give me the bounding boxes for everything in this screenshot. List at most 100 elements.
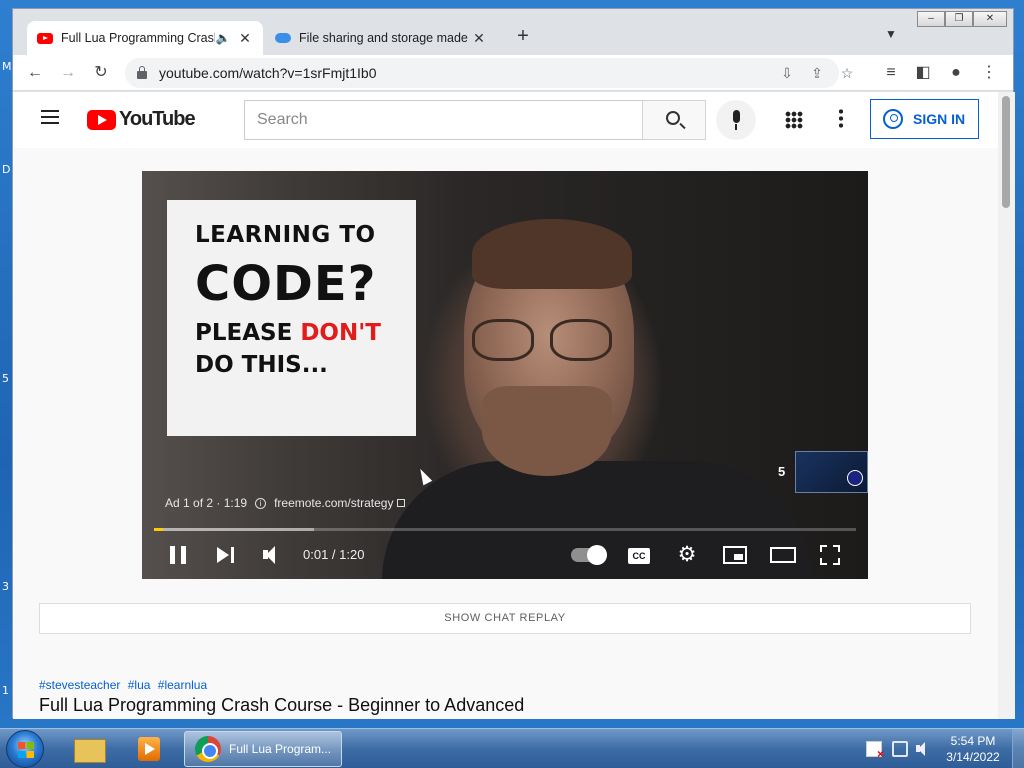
address-bar[interactable]: youtube.com/watch?v=1srFmjt1Ib0 ⇩ ⇪ ☆ xyxy=(125,58,853,88)
ad-card-line2: CODE? xyxy=(195,256,377,312)
browser-toolbar: ← → ↻ youtube.com/watch?v=1srFmjt1Ib0 ⇩ … xyxy=(13,55,1013,91)
ad-card-line3b: DON'T xyxy=(300,320,381,346)
tab-search-chevron-icon[interactable]: ▼ xyxy=(885,27,897,41)
search-button[interactable] xyxy=(642,100,706,140)
side-panel-icon[interactable]: ◧ xyxy=(911,61,935,85)
youtube-play-icon xyxy=(87,109,116,130)
played-bar xyxy=(154,528,163,531)
tab-file-sharing[interactable]: File sharing and storage made si ✕ xyxy=(265,21,497,55)
reload-icon[interactable]: ↻ xyxy=(89,61,113,85)
browser-window: Full Lua Programming Crash 🔈 ✕ File shar… xyxy=(12,8,1015,719)
chrome-taskbar-button[interactable]: Full Lua Program... xyxy=(184,731,342,767)
tab-title: File sharing and storage made si xyxy=(299,31,471,45)
volume-tray-icon[interactable] xyxy=(916,741,932,757)
info-icon[interactable]: i xyxy=(255,497,267,509)
youtube-page: YouTube Search SIGN IN LEARNING TO CODE?… xyxy=(13,92,998,719)
chrome-task-label: Full Lua Program... xyxy=(229,742,332,756)
video-person-beard xyxy=(482,386,612,476)
account-icon xyxy=(883,109,903,129)
back-arrow-icon[interactable]: ← xyxy=(23,61,47,85)
show-chat-replay-button[interactable]: SHOW CHAT REPLAY xyxy=(39,603,971,634)
media-control-icon[interactable]: ≡ xyxy=(879,61,903,85)
autoplay-toggle[interactable] xyxy=(571,545,607,565)
hashtags: #stevesteacher #lua #learnlua xyxy=(39,678,211,692)
close-tab-icon[interactable]: ✕ xyxy=(471,30,487,47)
ad-card-line3: PLEASE DON'T xyxy=(195,320,416,346)
pause-button[interactable] xyxy=(170,543,186,567)
video-player[interactable]: LEARNING TO CODE? PLEASE DON'T DO THIS..… xyxy=(142,171,868,579)
system-clock[interactable]: 5:54 PM 3/14/2022 xyxy=(940,733,1006,765)
network-icon[interactable] xyxy=(892,741,908,757)
theater-mode-button[interactable] xyxy=(770,547,796,563)
chrome-icon xyxy=(195,736,221,762)
sign-in-button[interactable]: SIGN IN xyxy=(870,99,979,139)
external-link-icon xyxy=(397,499,406,507)
url-text: youtube.com/watch?v=1srFmjt1Ib0 xyxy=(159,65,377,81)
forward-arrow-icon[interactable]: → xyxy=(56,61,80,85)
page-scrollbar[interactable] xyxy=(998,92,1015,719)
youtube-logo-text: YouTube xyxy=(119,108,196,130)
close-tab-icon[interactable]: ✕ xyxy=(237,30,253,47)
youtube-logo[interactable]: YouTube xyxy=(87,108,196,131)
settings-menu-icon[interactable] xyxy=(839,108,843,128)
windows-taskbar: Full Lua Program... 5:54 PM 3/14/2022 xyxy=(0,728,1024,768)
lock-icon xyxy=(137,66,147,79)
youtube-masthead: YouTube Search SIGN IN xyxy=(13,92,998,148)
browser-menu-icon[interactable]: ⋮ xyxy=(977,61,1001,85)
desktop-icon-label: D xyxy=(2,163,11,176)
close-window-button[interactable]: ✕ xyxy=(973,11,1007,27)
hamburger-menu-icon[interactable] xyxy=(41,110,59,124)
tab-strip: Full Lua Programming Crash 🔈 ✕ File shar… xyxy=(13,9,1013,55)
video-person-glasses xyxy=(472,319,622,365)
show-desktop-button[interactable] xyxy=(1012,729,1024,768)
captions-button[interactable]: CC xyxy=(628,548,650,564)
ad-url-link[interactable]: freemote.com/strategy xyxy=(274,496,393,510)
sign-in-label: SIGN IN xyxy=(913,111,966,127)
ad-text-card: LEARNING TO CODE? PLEASE DON'T DO THIS..… xyxy=(167,200,416,436)
minimize-button[interactable]: ‒ xyxy=(917,11,945,27)
install-icon[interactable]: ⇩ xyxy=(775,58,799,88)
scrollbar-thumb[interactable] xyxy=(1002,96,1010,208)
clock-time: 5:54 PM xyxy=(950,734,996,748)
new-tab-button[interactable]: + xyxy=(511,25,535,48)
ad-card-line4: DO THIS... xyxy=(195,352,328,378)
ad-card-line1: LEARNING TO xyxy=(195,222,376,248)
video-person-hair xyxy=(472,219,632,289)
desktop-icon-label: M xyxy=(2,60,12,73)
buffered-bar xyxy=(154,528,314,531)
action-center-flag-icon[interactable] xyxy=(866,741,884,761)
bookmark-star-icon[interactable]: ☆ xyxy=(835,58,859,88)
settings-gear-icon[interactable]: ⚙ xyxy=(676,543,698,567)
desktop-icon-label: 1 xyxy=(2,684,9,697)
ad-info-bar: Ad 1 of 2 · 1:19 i freemote.com/strategy xyxy=(165,496,406,510)
volume-icon[interactable] xyxy=(263,543,285,567)
time-display: 0:01 / 1:20 xyxy=(303,547,365,562)
next-video-thumbnail[interactable] xyxy=(795,451,868,493)
search-input[interactable]: Search xyxy=(244,100,643,140)
apps-grid-icon[interactable] xyxy=(785,111,803,129)
hashtag-link[interactable]: #learnlua xyxy=(158,678,207,692)
cloud-icon xyxy=(275,33,291,43)
clock-date: 3/14/2022 xyxy=(946,750,1000,764)
share-icon[interactable]: ⇪ xyxy=(805,58,829,88)
next-button[interactable] xyxy=(217,543,235,567)
youtube-icon xyxy=(37,32,53,44)
profile-avatar-icon[interactable]: ● xyxy=(944,61,968,85)
maximize-button[interactable]: ❐ xyxy=(945,11,973,27)
hashtag-link[interactable]: #lua xyxy=(128,678,151,692)
lua-logo-icon xyxy=(847,470,863,486)
speaker-icon[interactable]: 🔈 xyxy=(215,31,231,45)
voice-search-mic-icon[interactable] xyxy=(716,100,756,140)
file-explorer-icon[interactable] xyxy=(68,733,112,765)
desktop-icon-label: 5 xyxy=(2,372,9,385)
windows-logo-icon xyxy=(18,742,34,758)
miniplayer-button[interactable] xyxy=(723,546,747,564)
fullscreen-button[interactable] xyxy=(820,545,840,565)
progress-bar[interactable] xyxy=(154,528,856,531)
desktop-icon-label: 3 xyxy=(2,580,9,593)
tab-youtube[interactable]: Full Lua Programming Crash 🔈 ✕ xyxy=(27,21,263,55)
start-button[interactable] xyxy=(6,730,44,768)
hashtag-link[interactable]: #stevesteacher xyxy=(39,678,120,692)
media-player-icon[interactable] xyxy=(126,733,170,765)
skip-countdown: 5 xyxy=(778,464,786,479)
